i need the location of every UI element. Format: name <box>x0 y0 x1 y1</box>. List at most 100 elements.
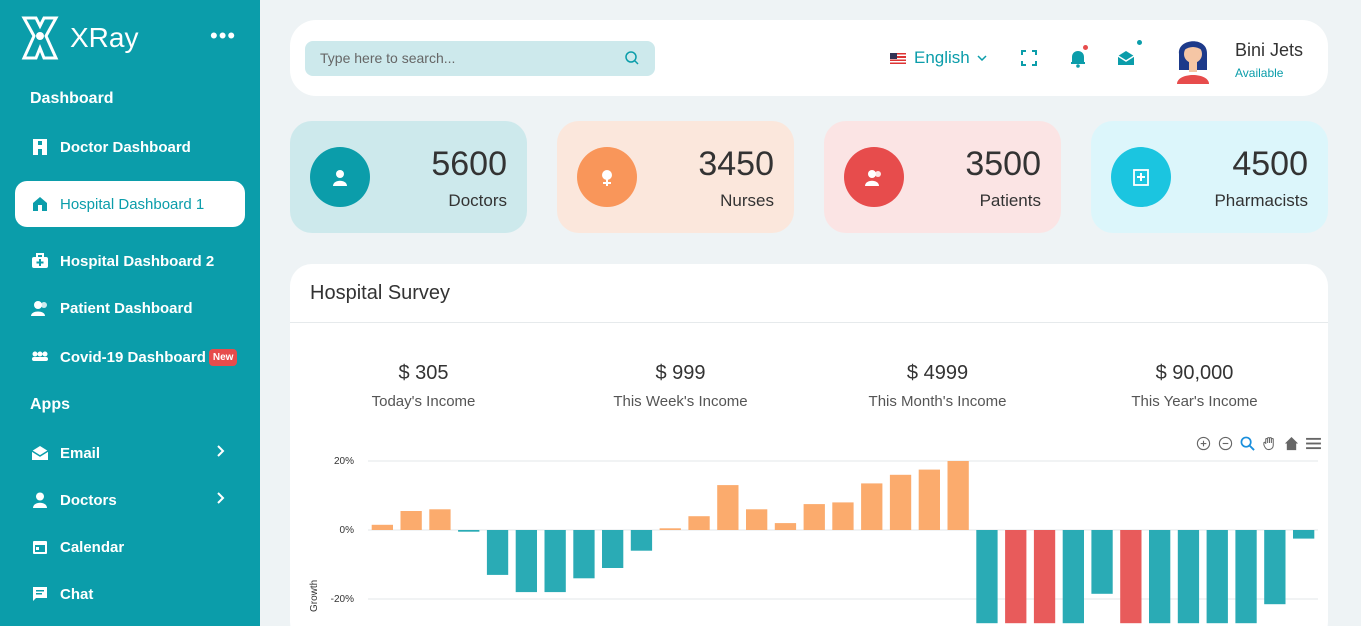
income-caption: This Month's Income <box>868 393 1007 410</box>
chart-bar[interactable] <box>803 504 825 530</box>
more-dots-icon[interactable]: ••• <box>210 25 236 47</box>
stat-label: Nurses <box>720 191 774 210</box>
sidebar-item-patient-dashboard[interactable]: Patient Dashboard <box>15 285 245 331</box>
chart-bar[interactable] <box>544 530 566 593</box>
stat-value: 3450 <box>698 145 774 183</box>
mail-dot <box>1137 40 1142 45</box>
doctor-icon <box>30 137 50 157</box>
stat-card-pharmacists: 4500 Pharmacists <box>1091 121 1328 233</box>
stat-value: 4500 <box>1232 145 1308 183</box>
avatar[interactable] <box>1174 32 1212 84</box>
sidebar-item-label: Patient Dashboard <box>60 299 193 317</box>
growth-bar-chart: 20% 0% -20% Growth <box>309 456 1318 624</box>
hospital-icon <box>30 194 50 214</box>
covid-icon <box>30 347 50 367</box>
language-label: English <box>914 48 970 67</box>
new-badge: New <box>208 348 238 366</box>
chart-bar[interactable] <box>400 511 422 530</box>
stat-card-doctors: 5600 Doctors <box>290 121 527 233</box>
chart-bar[interactable] <box>371 524 393 530</box>
income-caption: This Week's Income <box>613 393 748 410</box>
chevron-right-icon <box>217 444 225 461</box>
chart-bar[interactable] <box>1235 530 1257 624</box>
chart-bar[interactable] <box>458 530 480 532</box>
chart-bar[interactable] <box>1062 530 1084 624</box>
sidebar-item-hospital-dashboard-2[interactable]: Hospital Dashboard 2 <box>15 238 245 284</box>
pharmacy-icon <box>1111 147 1171 207</box>
chart-bar[interactable] <box>573 530 595 579</box>
sidebar-item-doctors[interactable]: Doctors <box>15 477 245 523</box>
chart-bar[interactable] <box>832 502 854 530</box>
doctor-icon <box>310 147 370 207</box>
main-content: English Bini Jets Available 5600 <box>260 0 1361 626</box>
chart-bar[interactable] <box>1120 530 1142 624</box>
chart-ytick-label: -20% <box>331 594 354 605</box>
chart-bar[interactable] <box>486 530 509 575</box>
chart-bar[interactable] <box>861 483 883 530</box>
chart-bar[interactable] <box>746 509 768 530</box>
sidebar-item-label: Covid-19 Dashboard <box>60 348 206 366</box>
chart-bar[interactable] <box>688 516 710 530</box>
income-caption: This Year's Income <box>1131 393 1258 410</box>
brand[interactable]: XRay <box>20 14 138 62</box>
chart-bar[interactable] <box>947 461 969 530</box>
patients-icon <box>30 298 50 318</box>
search-icon[interactable] <box>624 50 640 71</box>
sidebar-item-doctor-dashboard[interactable]: Doctor Dashboard <box>15 124 245 170</box>
income-caption: Today's Income <box>371 393 476 410</box>
chart-bar[interactable] <box>1005 530 1027 624</box>
chart-ytick-label: 0% <box>340 525 355 536</box>
xray-logo-icon <box>21 16 59 60</box>
sidebar-item-covid-dashboard[interactable]: Covid-19 Dashboard New <box>15 334 245 380</box>
search-input[interactable] <box>320 50 610 66</box>
chart-bar[interactable] <box>889 474 912 530</box>
divider <box>290 322 1328 323</box>
chart-bar[interactable] <box>630 530 653 551</box>
chart-bar[interactable] <box>659 528 681 530</box>
chevron-down-icon <box>977 55 987 61</box>
notification-dot <box>1083 45 1088 50</box>
sidebar-item-label: Chat <box>60 585 94 603</box>
stat-value: 5600 <box>431 145 507 183</box>
chart-bar[interactable] <box>918 469 940 530</box>
income-amount: $ 999 <box>655 362 706 384</box>
chart-bar[interactable] <box>774 523 797 530</box>
chat-icon <box>30 584 50 604</box>
income-amount: $ 4999 <box>906 362 969 384</box>
chart-bar[interactable] <box>1264 530 1286 605</box>
chart-bar[interactable] <box>515 530 537 593</box>
sidebar-item-label: Doctors <box>60 491 117 509</box>
sidebar-item-calendar[interactable]: Calendar <box>15 524 245 570</box>
sidebar-item-label: Doctor Dashboard <box>60 138 191 156</box>
sidebar-item-email[interactable]: Email <box>15 430 245 476</box>
income-amount: $ 305 <box>398 362 449 384</box>
chart-bar[interactable] <box>1177 530 1200 624</box>
sidebar-item-chat[interactable]: Chat <box>15 571 245 617</box>
chart-bar[interactable] <box>1206 530 1228 624</box>
envelope-icon <box>30 443 50 463</box>
chart-bar[interactable] <box>1033 530 1056 624</box>
bell-icon[interactable] <box>1068 45 1088 68</box>
chart-bar[interactable] <box>976 530 998 624</box>
chart-bar[interactable] <box>429 509 451 530</box>
search-box[interactable] <box>305 41 655 76</box>
stat-card-patients: 3500 Patients <box>824 121 1061 233</box>
chart-bar[interactable] <box>1293 530 1315 539</box>
brand-name: XRay <box>70 22 139 53</box>
calendar-icon <box>30 537 50 557</box>
income-year: $ 90,000 This Year's Income <box>1066 362 1323 410</box>
fullscreen-icon[interactable] <box>1019 48 1039 68</box>
top-bar: English Bini Jets Available <box>290 20 1328 96</box>
chart-bar[interactable] <box>717 485 739 530</box>
chart-bar[interactable] <box>1091 530 1113 594</box>
stat-label: Patients <box>979 191 1041 210</box>
chart-bar[interactable] <box>1149 530 1171 624</box>
stat-label: Pharmacists <box>1214 191 1308 210</box>
chevron-right-icon <box>217 491 225 508</box>
income-today: $ 305 Today's Income <box>295 362 552 410</box>
section-dashboard-label: Dashboard <box>30 90 114 107</box>
chart-bar[interactable] <box>602 530 624 568</box>
sidebar-item-hospital-dashboard-1[interactable]: Hospital Dashboard 1 <box>15 181 245 227</box>
mail-icon[interactable] <box>1116 40 1142 68</box>
language-selector[interactable]: English <box>890 48 987 68</box>
